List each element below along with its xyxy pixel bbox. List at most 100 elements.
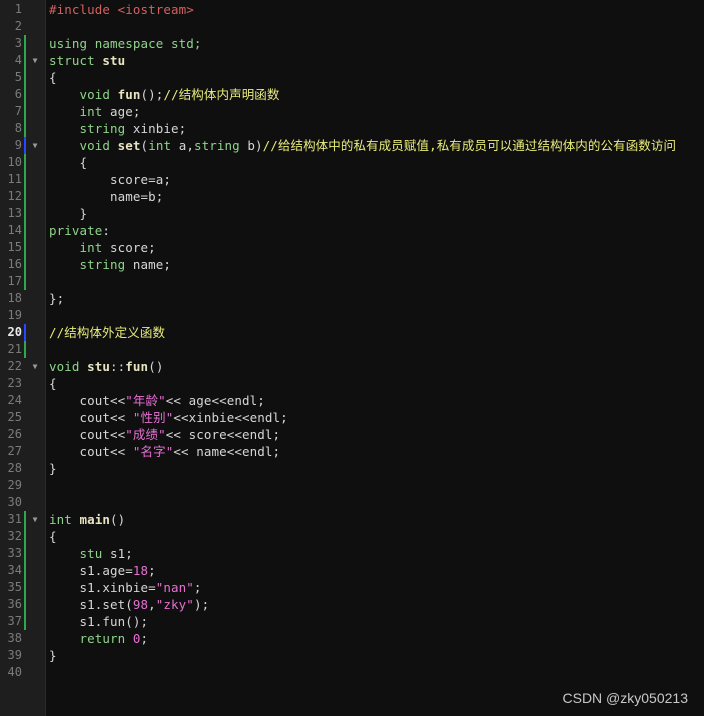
code-line[interactable]: 30 xyxy=(0,494,704,511)
code-token: : xyxy=(102,223,111,238)
code-line[interactable]: 37 s1.fun(); xyxy=(0,613,704,630)
code-token: <<xinbie<<endl; xyxy=(173,410,288,425)
line-number: 36 xyxy=(7,597,22,611)
code-line[interactable]: 1 #include <iostream> xyxy=(0,1,704,18)
code-line[interactable]: 39} xyxy=(0,647,704,664)
line-number: 4 xyxy=(14,53,22,67)
code-token: set xyxy=(117,138,141,153)
code-editor[interactable]: 1 #include <iostream> 2 3 using namespace st… xyxy=(0,0,704,716)
code-line[interactable]: 9 ▼ void set(int a,string b)//给结构体中的私有成员赋… xyxy=(0,137,704,154)
code-line[interactable]: 8 string xinbie; xyxy=(0,120,704,137)
code-token: int xyxy=(79,240,111,255)
code-line[interactable]: 23 { xyxy=(0,375,704,392)
code-token: () xyxy=(148,359,164,374)
code-line[interactable]: 17 xyxy=(0,273,704,290)
code-line[interactable]: 22 ▼ void stu::fun() xyxy=(0,358,704,375)
line-code: private: xyxy=(49,222,110,239)
code-token: //给结构体中的私有成员赋值,私有成员可以通过结构体内的公有函数访问 xyxy=(262,138,677,153)
code-line[interactable]: 11 score=a; xyxy=(0,171,704,188)
line-code: int age; xyxy=(49,103,141,120)
code-line[interactable]: 5{ xyxy=(0,69,704,86)
line-number: 18 xyxy=(7,291,22,305)
code-token: #include <iostream> xyxy=(49,2,194,17)
fold-toggle-icon[interactable]: ▼ xyxy=(30,358,40,375)
line-number: 35 xyxy=(7,580,22,594)
code-token: name; xyxy=(132,257,172,272)
code-token: fun xyxy=(125,359,149,374)
line-code: struct stu xyxy=(49,52,125,69)
code-line[interactable]: 3 using namespace std; xyxy=(0,35,704,52)
line-number: 8 xyxy=(14,121,22,135)
code-token: { xyxy=(49,70,57,85)
code-token: string xyxy=(193,138,248,153)
code-line[interactable]: 28} xyxy=(0,460,704,477)
code-line[interactable]: 21 xyxy=(0,341,704,358)
line-number: 1 xyxy=(14,2,22,16)
code-line[interactable]: 12 name=b; xyxy=(0,188,704,205)
line-code: name=b; xyxy=(49,188,163,205)
line-code: { xyxy=(49,154,88,171)
code-token: fun xyxy=(117,87,141,102)
line-number: 29 xyxy=(7,478,22,492)
code-token: stu xyxy=(87,359,111,374)
code-token: main xyxy=(79,512,111,527)
line-number: 11 xyxy=(7,172,22,186)
line-code: using namespace std; xyxy=(49,35,202,52)
code-line[interactable]: 36 s1.set(98,"zky"); xyxy=(0,596,704,613)
code-line[interactable]: 4 ▼ struct stu xyxy=(0,52,704,69)
code-token: << score<<endl; xyxy=(165,427,281,442)
code-line[interactable]: 13 } xyxy=(0,205,704,222)
code-line[interactable]: 6 void fun();//结构体内声明函数 xyxy=(0,86,704,103)
code-line[interactable]: 38 return 0; xyxy=(0,630,704,647)
line-number: 32 xyxy=(7,529,22,543)
code-line[interactable]: 26 cout<<"成绩"<< score<<endl; xyxy=(0,426,704,443)
code-token: "名字" xyxy=(132,444,174,459)
code-line[interactable]: 40 xyxy=(0,664,704,681)
code-line[interactable]: 14 private: xyxy=(0,222,704,239)
code-line[interactable]: 35 s1.xinbie="nan"; xyxy=(0,579,704,596)
code-line[interactable]: 10 { xyxy=(0,154,704,171)
fold-toggle-icon[interactable]: ▼ xyxy=(30,137,40,154)
code-token: "nan" xyxy=(155,580,194,595)
line-number: 23 xyxy=(7,376,22,390)
code-token: age; xyxy=(110,104,141,119)
code-line[interactable]: 7 int age; xyxy=(0,103,704,120)
code-line[interactable]: 25 cout<< "性别"<<xinbie<<endl; xyxy=(0,409,704,426)
code-token: }; xyxy=(49,291,65,306)
code-token: cout<< xyxy=(49,427,126,442)
code-token: ; xyxy=(148,563,156,578)
code-token: "年龄" xyxy=(125,393,166,408)
code-line[interactable]: 34 s1.age=18; xyxy=(0,562,704,579)
fold-toggle-icon[interactable]: ▼ xyxy=(30,52,40,69)
code-line[interactable]: 29 xyxy=(0,477,704,494)
line-number: 33 xyxy=(7,546,22,560)
code-line[interactable]: 31 ▼ int main() xyxy=(0,511,704,528)
code-line[interactable]: 18}; xyxy=(0,290,704,307)
code-line[interactable]: 19 xyxy=(0,307,704,324)
line-number: 14 xyxy=(7,223,22,237)
code-line[interactable]: 27 cout<< "名字"<< name<<endl; xyxy=(0,443,704,460)
line-code: cout<< "性别"<<xinbie<<endl; xyxy=(49,409,288,426)
line-number: 5 xyxy=(14,70,22,84)
code-line[interactable]: 32 { xyxy=(0,528,704,545)
code-line[interactable]: 20 //结构体外定义函数 xyxy=(0,324,704,341)
line-code: #include <iostream> xyxy=(49,1,194,18)
code-token: private xyxy=(49,223,103,238)
line-code: stu s1; xyxy=(49,545,133,562)
code-token: stu xyxy=(79,546,111,561)
code-line[interactable]: 16 string name; xyxy=(0,256,704,273)
code-token: << age<<endl; xyxy=(165,393,265,408)
code-line[interactable]: 15 int score; xyxy=(0,239,704,256)
line-number: 3 xyxy=(14,36,22,50)
code-line[interactable]: 2 xyxy=(0,18,704,35)
code-token: a, xyxy=(178,138,194,153)
line-number: 27 xyxy=(7,444,22,458)
fold-toggle-icon[interactable]: ▼ xyxy=(30,511,40,528)
code-token: //结构体内声明函数 xyxy=(163,87,280,102)
code-line[interactable]: 24 cout<<"年龄"<< age<<endl; xyxy=(0,392,704,409)
line-code: score=a; xyxy=(49,171,171,188)
code-line[interactable]: 33 stu s1; xyxy=(0,545,704,562)
code-token: string xyxy=(79,121,133,136)
line-code: s1.fun(); xyxy=(49,613,149,630)
